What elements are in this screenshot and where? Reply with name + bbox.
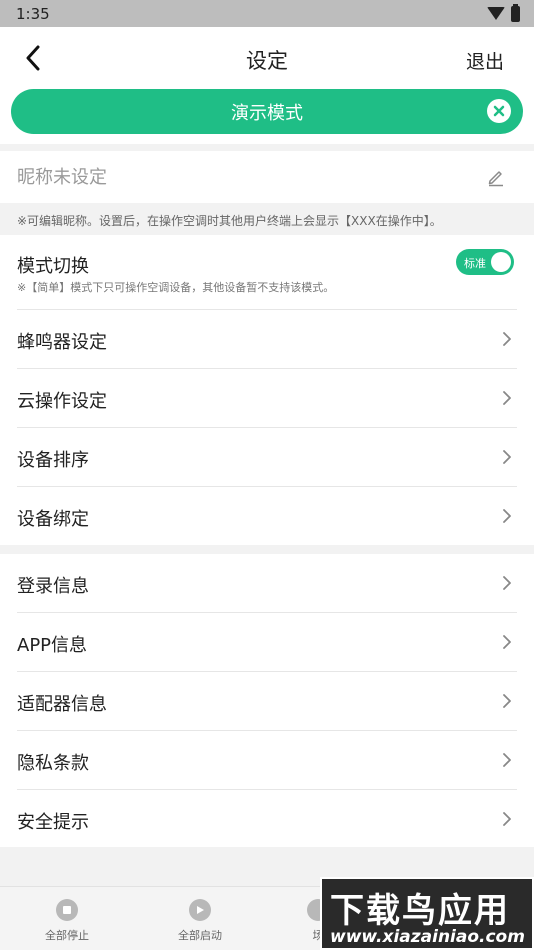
battery-icon <box>511 3 520 22</box>
watermark-url: www.xiazainiao.com <box>330 927 525 947</box>
demo-close-button[interactable] <box>487 99 511 123</box>
device-binding-row[interactable]: 设备绑定 <box>0 487 534 545</box>
device-sort-row[interactable]: 设备排序 <box>0 428 534 486</box>
page-title: 设定 <box>246 49 288 73</box>
chevron-right-icon <box>503 812 511 826</box>
demo-banner-container: 演示模式 <box>0 89 534 144</box>
watermark-text: 下载鸟应用 <box>330 891 510 931</box>
start-all-tab[interactable]: 全部启动 <box>160 899 240 943</box>
chevron-right-icon <box>503 576 511 590</box>
privacy-policy-row[interactable]: 隐私条款 <box>0 731 534 789</box>
row-label: 安全提示 <box>17 812 89 833</box>
mode-toggle-label: 标准 <box>464 257 486 270</box>
login-info-row[interactable]: 登录信息 <box>0 554 534 612</box>
row-label: 适配器信息 <box>17 694 107 715</box>
adapter-info-row[interactable]: 适配器信息 <box>0 672 534 730</box>
tab-label: 全部启动 <box>178 929 222 942</box>
row-label: 隐私条款 <box>17 753 89 774</box>
wifi-icon <box>487 7 505 20</box>
nickname-input[interactable] <box>17 163 457 191</box>
chevron-right-icon <box>503 332 511 346</box>
nickname-note: ※可编辑昵称。设置后，在操作空调时其他用户终端上会显示【XXX在操作中】。 <box>17 214 442 228</box>
mode-toggle[interactable]: 标准 <box>456 249 514 275</box>
back-button[interactable] <box>20 44 46 72</box>
settings-group-1: 模式切换 ※【简单】模式下只可操作空调设备，其他设备暂不支持该模式。 标准 蜂鸣… <box>0 235 534 545</box>
row-label: 设备排序 <box>17 450 89 471</box>
row-label: 设备绑定 <box>17 509 89 530</box>
play-circle-icon <box>189 899 211 921</box>
stop-circle-icon <box>56 899 78 921</box>
watermark-logo: 下载鸟应用 www.xiazainiao.com <box>320 877 534 950</box>
buzzer-settings-row[interactable]: 蜂鸣器设定 <box>0 310 534 368</box>
status-icons <box>487 3 520 22</box>
edit-nickname-button[interactable] <box>486 167 506 187</box>
chevron-right-icon <box>503 391 511 405</box>
row-label: 云操作设定 <box>17 391 107 412</box>
status-bar: 1:35 <box>0 0 534 27</box>
nav-bar: 设定 退出 <box>0 27 534 89</box>
pencil-icon <box>488 171 503 187</box>
chevron-left-icon <box>26 45 40 71</box>
safety-tips-row[interactable]: 安全提示 <box>0 790 534 848</box>
mode-switch-title: 模式切换 <box>17 256 89 277</box>
chevron-right-icon <box>503 450 511 464</box>
row-label: 蜂鸣器设定 <box>17 332 107 353</box>
close-circle-icon <box>493 105 505 117</box>
tab-label: 全部停止 <box>45 929 89 942</box>
toggle-knob <box>491 252 511 272</box>
chevron-right-icon <box>503 635 511 649</box>
status-time: 1:35 <box>16 4 50 23</box>
demo-mode-banner: 演示模式 <box>11 89 523 134</box>
row-label: 登录信息 <box>17 576 89 597</box>
settings-group-2: 登录信息 APP信息 适配器信息 隐私条款 安全提示 <box>0 554 534 847</box>
chevron-right-icon <box>503 694 511 708</box>
demo-mode-label: 演示模式 <box>231 102 303 124</box>
stop-all-tab[interactable]: 全部停止 <box>27 899 107 943</box>
app-info-row[interactable]: APP信息 <box>0 613 534 671</box>
logout-button[interactable]: 退出 <box>466 47 504 74</box>
cloud-settings-row[interactable]: 云操作设定 <box>0 369 534 427</box>
chevron-right-icon <box>503 509 511 523</box>
row-label: APP信息 <box>17 635 88 656</box>
mode-switch-description: ※【简单】模式下只可操作空调设备，其他设备暂不支持该模式。 <box>17 281 335 294</box>
nickname-row <box>0 151 534 203</box>
mode-switch-row: 模式切换 ※【简单】模式下只可操作空调设备，其他设备暂不支持该模式。 标准 <box>0 235 534 310</box>
chevron-right-icon <box>503 753 511 767</box>
